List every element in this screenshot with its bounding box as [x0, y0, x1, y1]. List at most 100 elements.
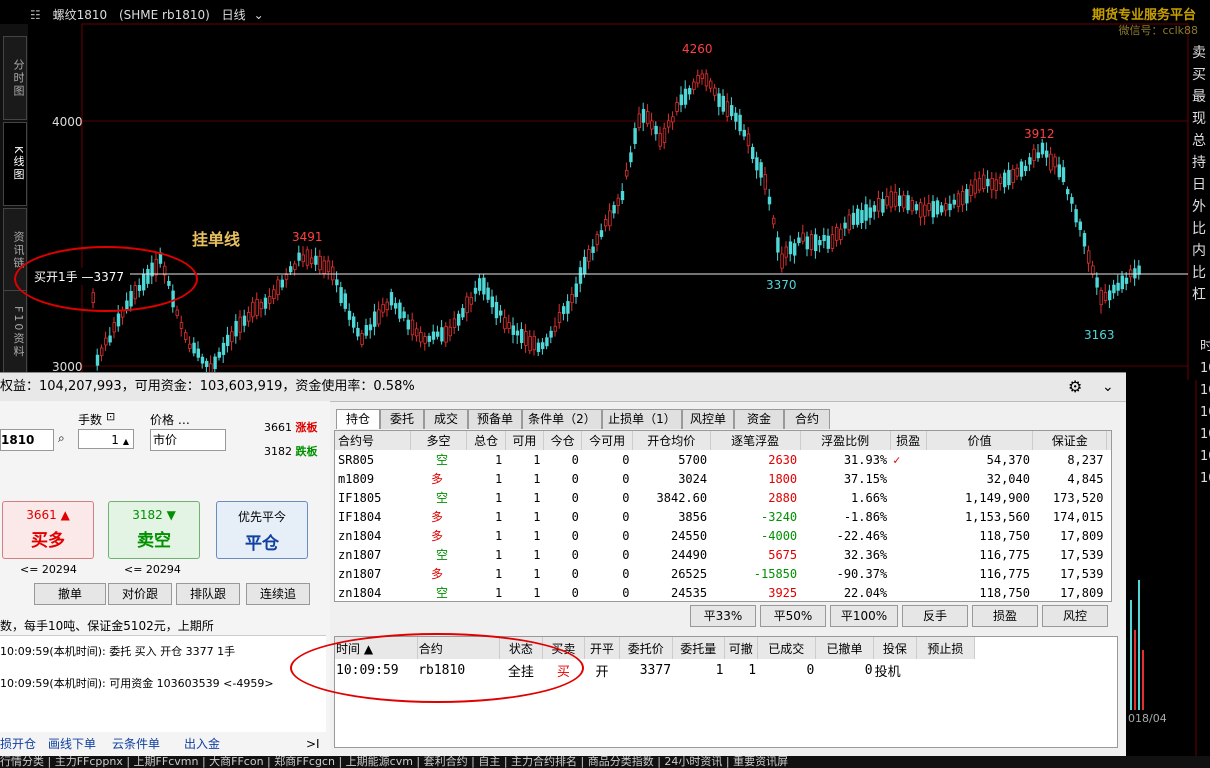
candle-body — [335, 279, 339, 286]
col-header[interactable]: 委托价 — [619, 637, 673, 659]
grid-icon: ☷ — [30, 8, 41, 22]
cell-pnl: 3925 — [768, 585, 798, 600]
buy-long-button[interactable]: 3661 ▲ 买多 — [2, 501, 94, 559]
col-header[interactable]: 今仓 — [543, 431, 583, 450]
candle-body — [767, 196, 772, 205]
tab-pending[interactable]: 预备单 — [468, 409, 522, 429]
stop-profit-button[interactable]: 损盈 — [972, 605, 1038, 627]
brand-logo-text: 期货专业服务平台 — [1091, 8, 1196, 23]
link-stop-open[interactable]: 损开仓 — [0, 733, 36, 755]
candle-body — [935, 200, 940, 215]
cell-value: 118,750 — [979, 528, 1030, 543]
link-draw-order[interactable]: 画线下单 — [48, 733, 96, 755]
table-row[interactable]: IF1804 多 1 1 0 0 3856 -3240 -1.86% 1,153,560 174,0… — [335, 507, 1111, 526]
candle-body — [179, 322, 184, 329]
candle-body — [486, 287, 490, 300]
col-header[interactable]: 今可用 — [581, 431, 633, 450]
col-header[interactable]: 多空 — [410, 431, 468, 450]
col-header[interactable]: 保证金 — [1032, 431, 1107, 450]
reverse-button[interactable]: 反手 — [902, 605, 968, 627]
candle-body — [183, 332, 188, 340]
col-header[interactable]: 开平 — [584, 637, 620, 659]
tab-stoploss[interactable]: 止损单（1） — [602, 409, 682, 429]
close-33-button[interactable]: 平33% — [690, 605, 756, 627]
queue-follow-button[interactable]: 排队跟 — [176, 583, 240, 605]
tab-trades[interactable]: 成交 — [424, 409, 468, 429]
table-row[interactable]: m1809 多 1 1 0 0 3024 1800 37.15% 32,040 4,8450. — [335, 469, 1111, 488]
col-header[interactable]: 损盈 — [890, 431, 927, 450]
candle-body — [511, 325, 515, 335]
col-header[interactable]: 可用 — [505, 431, 545, 450]
candle-body — [759, 162, 763, 178]
col-header[interactable]: 总仓 — [466, 431, 506, 450]
table-row[interactable]: zn1807 空 1 1 0 0 24490 5675 32.36% 116,775 17,5390… — [335, 545, 1111, 564]
ask-price: 3661 涨板 — [264, 421, 318, 434]
price-input[interactable]: 市价 — [150, 429, 226, 451]
kline-chart-area[interactable]: ☷ 螺纹1810 (SHME rb1810) 日线 ⌄ 期货专业服务平台 微信号：… — [0, 0, 1210, 380]
contract-input[interactable]: 1810 — [0, 429, 54, 451]
link-deposit[interactable]: 出入金 — [184, 733, 220, 755]
sell-short-button[interactable]: 3182 ▼ 卖空 — [108, 501, 200, 559]
candle-body — [1103, 292, 1108, 301]
continuous-chase-button[interactable]: 连续追 — [246, 583, 310, 605]
candle-body — [1053, 156, 1057, 168]
candle-body — [881, 199, 885, 213]
candle-body — [398, 302, 402, 319]
col-header[interactable]: 浮盈比例 — [800, 431, 891, 450]
edit-icon[interactable]: ⊡ — [106, 410, 115, 423]
lots-stepper[interactable]: 1 ▲ — [78, 429, 134, 449]
candle-body — [788, 241, 793, 255]
chevron-down-icon[interactable]: ⌄ — [1102, 373, 1114, 401]
candle-body — [326, 260, 331, 273]
tab-kline[interactable]: K线图 — [3, 122, 27, 206]
close-50-button[interactable]: 平50% — [760, 605, 826, 627]
tab-f10[interactable]: F10资料 — [3, 290, 27, 374]
bottom-taskbar[interactable]: 行情分类 | 主力FFcppnx | 上期FFcvmn | 大商FFcon | … — [0, 756, 1210, 768]
period-selector[interactable]: 日线 ⌄ — [222, 8, 272, 22]
tab-conditions[interactable]: 条件单（2） — [522, 409, 602, 429]
table-row[interactable]: zn1804 多 1 1 0 0 24550 -4000 -22.46% 118,750 17,80… — [335, 526, 1111, 545]
table-row[interactable]: SR805 空 1 1 0 0 5700 2630 31.93% ✓ 54,370 8,2370. — [335, 450, 1111, 469]
candle-body — [1028, 157, 1032, 165]
col-header[interactable]: 已成交 — [757, 637, 816, 659]
candle-body — [217, 351, 221, 358]
cell-total: 1 — [495, 528, 503, 543]
table-row[interactable]: zn1804 空 1 1 0 0 24535 3925 22.04% 118,750 17,8090… — [335, 583, 1111, 601]
order-qty: 1 — [715, 662, 724, 678]
col-header[interactable]: 可撤 — [724, 637, 758, 659]
col-header[interactable]: 预止损 — [916, 637, 976, 659]
side-tick-strip: 时 10 10 10 10 10 10 018/04 — [1126, 339, 1210, 756]
table-row[interactable]: IF1805 空 1 1 0 0 3842.60 2880 1.66% 1,149,900 173,… — [335, 488, 1111, 507]
cancel-order-button[interactable]: 撤单 — [34, 583, 106, 605]
col-header[interactable]: 委托量 — [672, 637, 725, 659]
col-header[interactable]: 开仓均价 — [632, 431, 711, 450]
col-header[interactable]: 逐笔浮盈 — [710, 431, 801, 450]
cell-avail: 1 — [533, 490, 541, 505]
tab-positions[interactable]: 持仓 — [336, 409, 380, 429]
tab-risk[interactable]: 风控单 — [682, 409, 734, 429]
close-position-button[interactable]: 优先平今 平仓 — [216, 501, 308, 559]
collapse-icon[interactable]: >I — [306, 733, 320, 755]
candle-body — [309, 257, 314, 264]
col-header[interactable]: 合约号 — [335, 431, 411, 450]
tab-funds[interactable]: 资金 — [734, 409, 784, 429]
col-header[interactable]: 投保 — [873, 637, 917, 659]
tab-intraday[interactable]: 分时图 — [3, 36, 27, 120]
col-header[interactable]: 资 — [1106, 431, 1111, 450]
tab-contract[interactable]: 合约 — [784, 409, 830, 429]
candle-body — [780, 253, 784, 269]
tab-orders[interactable]: 委托 — [380, 409, 424, 429]
counter-price-button[interactable]: 对价跟 — [108, 583, 172, 605]
candle-body — [301, 254, 305, 263]
col-header[interactable]: 已撤单 — [815, 637, 875, 659]
table-row[interactable]: zn1807 多 1 1 0 0 26525 -15850 -90.37% 116,775 17,5… — [335, 564, 1111, 583]
gear-icon[interactable]: ⚙ — [1068, 373, 1082, 401]
col-header[interactable]: 价值 — [926, 431, 1034, 450]
cell-code: IF1804 — [338, 509, 382, 524]
risk-control-button[interactable]: 风控 — [1042, 605, 1108, 627]
cell-avg: 24490 — [670, 547, 708, 562]
close-100-button[interactable]: 平100% — [830, 605, 898, 627]
search-icon[interactable]: ⌕ — [58, 431, 65, 446]
candle-body — [1087, 250, 1091, 264]
link-cloud-condition[interactable]: 云条件单 — [112, 733, 160, 755]
